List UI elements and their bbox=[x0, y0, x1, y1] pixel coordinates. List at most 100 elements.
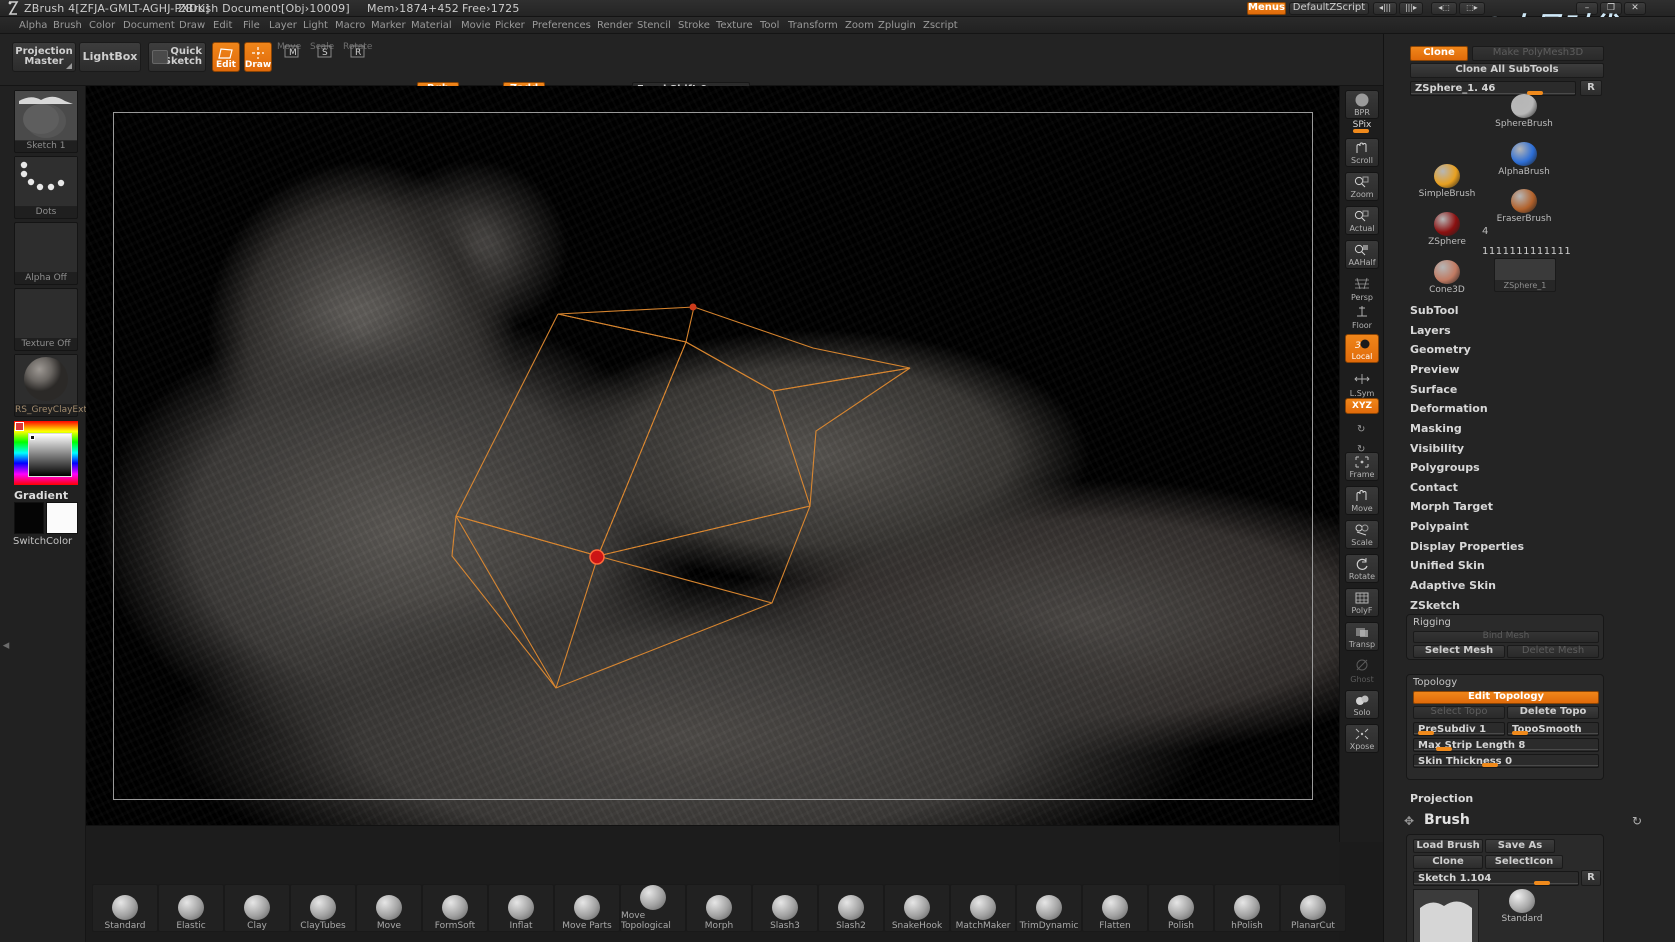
tool-item-eraserbrush[interactable]: EraserBrush bbox=[1493, 189, 1555, 224]
section-contact[interactable]: Contact bbox=[1410, 481, 1458, 494]
strip-button-frame[interactable]: Frame bbox=[1345, 452, 1379, 481]
rotate-mode-button[interactable]: R Rotate bbox=[343, 42, 371, 72]
zsphere-reset-button[interactable]: R bbox=[1580, 80, 1602, 96]
menu-item-render[interactable]: Render bbox=[592, 19, 638, 32]
menu-item-zscript[interactable]: Zscript bbox=[918, 19, 963, 32]
close-button[interactable]: ✕ bbox=[1624, 2, 1646, 15]
select-mesh-button[interactable]: Select Mesh bbox=[1413, 645, 1505, 658]
tool-item-alphabrush[interactable]: AlphaBrush bbox=[1493, 142, 1555, 177]
strip-button-actual[interactable]: Actual bbox=[1345, 206, 1379, 235]
zscript-next-button[interactable]: |||▸ bbox=[1399, 2, 1423, 15]
brush-item-formsoft[interactable]: FormSoft bbox=[422, 884, 488, 932]
menu-item-draw[interactable]: Draw bbox=[174, 19, 210, 32]
strip-button-persp[interactable]: Persp bbox=[1345, 274, 1379, 303]
zscript-prev-button[interactable]: ◂||| bbox=[1373, 2, 1397, 15]
toposmooth-knob[interactable] bbox=[1512, 731, 1528, 735]
toposmooth-slider[interactable]: TopoSmooth bbox=[1507, 722, 1599, 736]
section-unified-skin[interactable]: Unified Skin bbox=[1410, 559, 1485, 572]
strip-slider-spix[interactable]: SPix bbox=[1345, 120, 1379, 133]
menu-item-layer[interactable]: Layer bbox=[264, 19, 302, 32]
strip-button-xyz[interactable]: XYZ bbox=[1345, 398, 1379, 414]
minimize-button[interactable]: – bbox=[1576, 2, 1598, 15]
layout-prev-button[interactable]: ◂⬚ bbox=[1431, 2, 1457, 15]
switchcolor-label[interactable]: SwitchColor bbox=[13, 536, 72, 547]
section-visibility[interactable]: Visibility bbox=[1410, 442, 1464, 455]
brush-item-morph[interactable]: Morph bbox=[686, 884, 752, 932]
strip-button-xpose[interactable]: Xpose bbox=[1345, 724, 1379, 753]
brush-item-claytubes[interactable]: ClayTubes bbox=[290, 884, 356, 932]
strip-button-solo[interactable]: Solo bbox=[1345, 690, 1379, 719]
projection-master-button[interactable]: Projection Master bbox=[12, 42, 76, 72]
section-zsketch[interactable]: ZSketch bbox=[1410, 599, 1460, 612]
brush-item-standard[interactable]: Standard bbox=[92, 884, 158, 932]
section-adaptive-skin[interactable]: Adaptive Skin bbox=[1410, 579, 1496, 592]
lightbox-button[interactable]: LightBox bbox=[79, 42, 141, 72]
menu-item-transform[interactable]: Transform bbox=[783, 19, 843, 32]
tool-item-simplebrush[interactable]: SimpleBrush bbox=[1416, 164, 1478, 199]
default-zscript-button[interactable]: DefaultZScript bbox=[1289, 2, 1369, 15]
brush-item-planarcut[interactable]: PlanarCut bbox=[1280, 884, 1346, 932]
strip-button-rotate[interactable]: Rotate bbox=[1345, 554, 1379, 583]
section-preview[interactable]: Preview bbox=[1410, 363, 1460, 376]
brush-item-inflat[interactable]: Inflat bbox=[488, 884, 554, 932]
menu-item-light[interactable]: Light bbox=[298, 19, 333, 32]
menu-item-brush[interactable]: Brush bbox=[48, 19, 87, 32]
strip-button-move[interactable]: Move bbox=[1345, 486, 1379, 515]
brush-item-slash2[interactable]: Slash2 bbox=[818, 884, 884, 932]
draw-mode-button[interactable]: Draw bbox=[244, 42, 272, 72]
strip-button-local[interactable]: ЗLocal bbox=[1345, 334, 1379, 363]
section-layers[interactable]: Layers bbox=[1410, 324, 1451, 337]
strip-button-bpr[interactable]: BPR bbox=[1345, 90, 1379, 119]
section-morph-target[interactable]: Morph Target bbox=[1410, 500, 1493, 513]
skin-thickness-slider[interactable]: Skin Thickness 0 bbox=[1413, 754, 1599, 768]
menu-item-tool[interactable]: Tool bbox=[755, 19, 784, 32]
canvas-viewport[interactable] bbox=[86, 86, 1339, 825]
material-swatch[interactable]: RS_GreyClayExt bbox=[14, 354, 78, 417]
brush-item-move-parts[interactable]: Move Parts bbox=[554, 884, 620, 932]
menu-item-picker[interactable]: Picker bbox=[490, 19, 530, 32]
quick-sketch-button[interactable]: Quick Sketch bbox=[148, 42, 206, 72]
standard-brush-item[interactable]: Standard bbox=[1491, 889, 1553, 924]
move-handle-icon[interactable]: ✥ bbox=[1402, 814, 1416, 828]
tool-item-cone3d[interactable]: Cone3D bbox=[1416, 260, 1478, 295]
tool-item-zsphere[interactable]: ZSphere bbox=[1416, 212, 1478, 247]
stroke-swatch[interactable]: Sketch 1 bbox=[14, 90, 78, 153]
save-as-button[interactable]: Save As bbox=[1485, 839, 1555, 853]
brush-reset-icon[interactable]: ↻ bbox=[1632, 814, 1642, 828]
sketch-brush-slider[interactable]: Sketch 1.104 bbox=[1413, 871, 1579, 886]
brush-item-slash3[interactable]: Slash3 bbox=[752, 884, 818, 932]
menu-item-color[interactable]: Color bbox=[84, 19, 120, 32]
section-deformation[interactable]: Deformation bbox=[1410, 402, 1488, 415]
brush-reset-button[interactable]: R bbox=[1581, 870, 1601, 886]
section-surface[interactable]: Surface bbox=[1410, 383, 1457, 396]
presubdiv-knob[interactable] bbox=[1418, 731, 1434, 735]
brush-item-hpolish[interactable]: hPolish bbox=[1214, 884, 1280, 932]
brush-item-trimdynamic[interactable]: TrimDynamic bbox=[1016, 884, 1082, 932]
section-masking[interactable]: Masking bbox=[1410, 422, 1462, 435]
palette-collapse-arrow-icon[interactable]: ◂ bbox=[1, 626, 11, 666]
brush-item-move-topological[interactable]: Move Topological bbox=[620, 884, 686, 932]
layout-next-button[interactable]: ⬚▸ bbox=[1459, 2, 1485, 15]
clone-all-subtools-button[interactable]: Clone All SubTools bbox=[1410, 63, 1604, 78]
menu-item-document[interactable]: Document bbox=[118, 19, 180, 32]
maximize-button[interactable]: ❐ bbox=[1600, 2, 1622, 15]
menu-item-stroke[interactable]: Stroke bbox=[673, 19, 715, 32]
edit-mode-button[interactable]: Edit bbox=[212, 42, 240, 72]
max-strip-length-knob[interactable] bbox=[1436, 747, 1452, 751]
section-display-properties[interactable]: Display Properties bbox=[1410, 540, 1524, 553]
menus-toggle[interactable]: Menus bbox=[1247, 2, 1286, 15]
strip-button-scroll[interactable]: Scroll bbox=[1345, 138, 1379, 167]
strip-button-polyf[interactable]: PolyF bbox=[1345, 588, 1379, 617]
brush-item-matchmaker[interactable]: MatchMaker bbox=[950, 884, 1016, 932]
gradient-label[interactable]: Gradient bbox=[14, 489, 68, 502]
edit-topology-button[interactable]: Edit Topology bbox=[1413, 691, 1599, 704]
brush-item-snakehook[interactable]: SnakeHook bbox=[884, 884, 950, 932]
strip-button-aahalf[interactable]: AAHalf bbox=[1345, 240, 1379, 269]
menu-item-marker[interactable]: Marker bbox=[366, 19, 411, 32]
brush-item-move[interactable]: Move bbox=[356, 884, 422, 932]
move-mode-button[interactable]: M Move bbox=[277, 42, 305, 72]
brush-item-clay[interactable]: Clay bbox=[224, 884, 290, 932]
strip-slider-knob-spix[interactable] bbox=[1353, 129, 1369, 133]
primary-color-swatch[interactable] bbox=[14, 502, 44, 534]
menu-item-alpha[interactable]: Alpha bbox=[14, 19, 52, 32]
